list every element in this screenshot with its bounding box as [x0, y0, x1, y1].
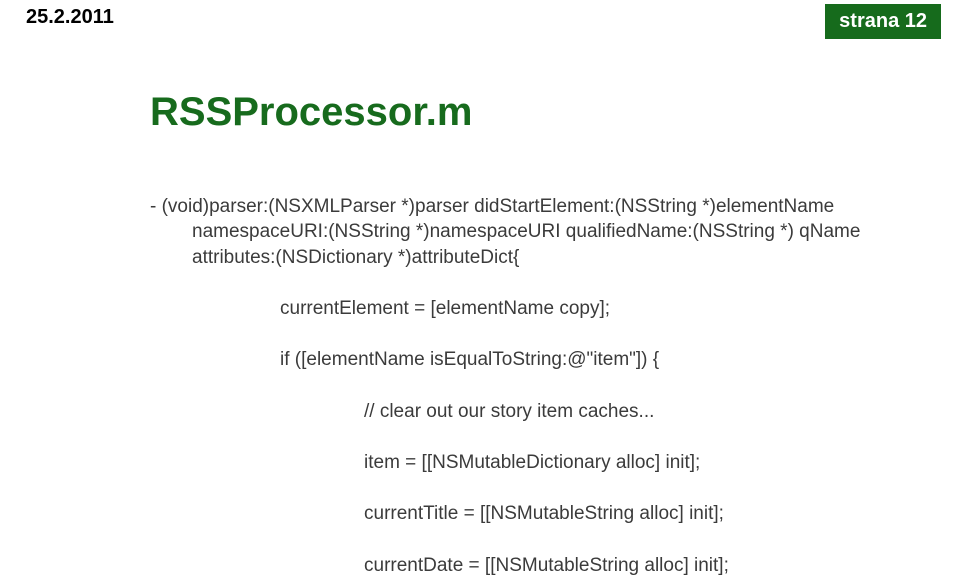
- code-block: - (void)parser:(NSXMLParser *)parser did…: [150, 168, 919, 581]
- code-line: - (void)parser:(NSXMLParser *)parser did…: [150, 194, 919, 271]
- slide-title: RSSProcessor.m: [150, 90, 472, 135]
- code-line: currentTitle = [[NSMutableString alloc] …: [150, 501, 919, 527]
- header-page-badge: strana 12: [825, 4, 941, 39]
- code-line: item = [[NSMutableDictionary alloc] init…: [150, 450, 919, 476]
- slide: 25.2.2011 strana 12 RSSProcessor.m - (vo…: [0, 0, 959, 581]
- code-line: if ([elementName isEqualToString:@"item"…: [150, 347, 919, 373]
- header-date: 25.2.2011: [26, 6, 114, 29]
- code-line: currentElement = [elementName copy];: [150, 296, 919, 322]
- code-line: currentDate = [[NSMutableString alloc] i…: [150, 553, 919, 579]
- code-line: // clear out our story item caches...: [150, 399, 919, 425]
